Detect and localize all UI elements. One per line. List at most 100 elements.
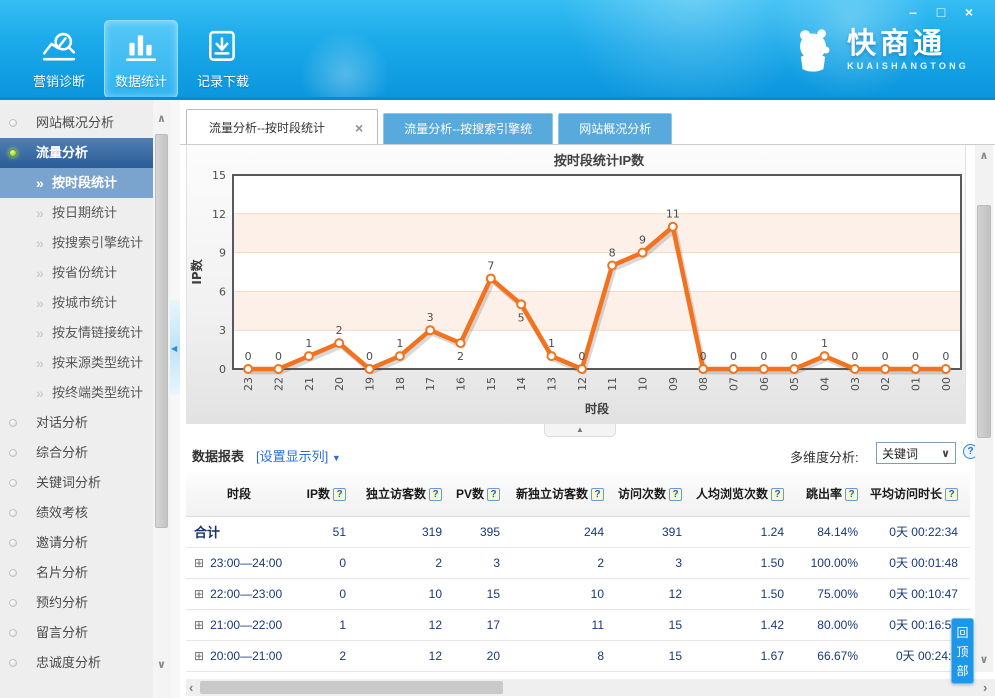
sidebar-item[interactable]: 忠诚度分析 [0,648,153,678]
svg-text:14: 14 [515,377,528,391]
tab[interactable]: 网站概况分析 [558,113,672,145]
column-header: 人均浏览次数? [694,472,796,516]
help-icon[interactable]: ? [845,488,858,501]
table-cell: 1.24 [694,516,796,547]
svg-text:21: 21 [303,377,316,391]
scroll-right-icon[interactable]: › [983,680,987,695]
table-cell: 391 [616,516,694,547]
svg-text:12: 12 [576,377,589,391]
help-icon[interactable]: ? [771,488,784,501]
table-row: ⊞23:00—24:00023231.50100.00%0天 00:01:48 [186,547,970,578]
sidebar-scrollbar[interactable]: ∧ ∨ [153,100,170,698]
report-data-table: 时段IP数?独立访客数?PV数?新独立访客数?访问次数?人均浏览次数?跳出率?平… [186,472,970,672]
help-icon[interactable]: ? [429,488,442,501]
svg-text:3: 3 [427,311,434,324]
sidebar-item[interactable]: 网站概况分析 [0,108,153,138]
sidebar-item[interactable]: 邀请分析 [0,528,153,558]
svg-text:15: 15 [212,169,226,182]
table-cell: 395 [454,516,512,547]
toolbar-marketing-diagnosis[interactable]: 营销诊断 [22,20,96,98]
help-icon[interactable]: ? [591,488,604,501]
bullet-icon [9,479,17,487]
sidebar-item[interactable]: »按搜索引擎统计 [0,228,153,258]
sidebar-item[interactable]: »按日期统计 [0,198,153,228]
help-icon[interactable]: ? [945,488,958,501]
brand-logo: 快商通 KUAISHANGTONG [787,24,969,76]
sidebar-item[interactable]: 综合分析 [0,438,153,468]
table-cell: ⊞23:00—24:00 [186,547,292,578]
vertical-scroll-thumb[interactable] [977,205,991,438]
minimize-button[interactable]: – [905,4,921,20]
cell-value: 84.14% [817,525,858,539]
toolbar-data-statistics[interactable]: 数据统计 [104,20,178,98]
sidebar-item[interactable]: 留言分析 [0,618,153,648]
table-cell: 0天 00:10:47 [870,578,970,609]
sidebar-item[interactable]: 绩效考核 [0,498,153,528]
tab-close-icon[interactable]: × [355,121,363,135]
main-horizontal-scrollbar[interactable]: ‹ › [186,679,995,696]
sidebar-item[interactable]: »按终端类型统计 [0,378,153,408]
scroll-up-icon[interactable]: ∧ [975,149,993,162]
svg-text:06: 06 [758,377,771,391]
svg-text:0: 0 [578,350,585,363]
maximize-button[interactable]: □ [933,4,949,20]
expand-row-icon[interactable]: ⊞ [194,556,204,570]
svg-text:0: 0 [851,350,858,363]
sidebar-item[interactable]: 关键词分析 [0,468,153,498]
table-cell: 3 [616,547,694,578]
bullet-icon [9,149,17,157]
sidebar-splitter[interactable]: ◀ [170,100,180,698]
sidebar-item[interactable]: »按来源类型统计 [0,348,153,378]
table-cell: 244 [512,516,616,547]
sidebar-item[interactable]: 对话分析 [0,408,153,438]
svg-text:9: 9 [639,234,646,247]
sidebar-scroll-thumb[interactable] [155,134,168,528]
sidebar-item[interactable]: 预约分析 [0,588,153,618]
svg-text:0: 0 [760,350,767,363]
cell-value: 12 [429,649,442,663]
back-to-top-button[interactable]: 回顶部 [951,618,974,684]
horizontal-scroll-thumb[interactable] [200,681,503,694]
sidebar-item[interactable]: »按省份统计 [0,258,153,288]
bullet-icon [9,539,17,547]
help-icon[interactable]: ? [487,488,500,501]
cell-value: 15 [487,587,500,601]
chart-collapse-button[interactable]: ▲ [544,424,616,437]
help-icon[interactable]: ? [333,488,346,501]
main-toolbar: 营销诊断 数据统计 记录下载 [22,20,260,98]
toolbar-record-download[interactable]: 记录下载 [186,20,260,98]
cell-value: 8 [597,649,604,663]
cell-value: 合计 [194,525,220,540]
scroll-left-icon[interactable]: ‹ [189,680,193,695]
sidebar-item[interactable]: »按时段统计 [0,168,153,198]
scroll-down-icon[interactable]: ∨ [153,658,170,671]
scroll-down-icon[interactable]: ∨ [975,653,993,666]
expand-row-icon[interactable]: ⊞ [194,649,204,663]
sidebar-item[interactable]: »按友情链接统计 [0,318,153,348]
tab[interactable]: 流量分析--按时段统计× [186,109,378,145]
total-row: 合计513193952443911.2484.14%0天 00:22:34 [186,516,970,547]
sidebar-item[interactable]: 名片分析 [0,558,153,588]
set-columns-link[interactable]: [设置显示列] ▼ [256,446,341,465]
main-vertical-scrollbar[interactable]: ∧ ∨ [975,145,993,672]
table-row: ⊞22:00—23:000101510121.5075.00%0天 00:10:… [186,578,970,609]
tab[interactable]: 流量分析--按搜索引擎统 [383,113,553,145]
bullet-icon [9,509,17,517]
svg-text:8: 8 [609,247,616,260]
close-button[interactable]: × [961,4,977,20]
expand-row-icon[interactable]: ⊞ [194,587,204,601]
marketing-diagnosis-icon [41,29,77,65]
sidebar-item-label: 按省份统计 [52,265,117,280]
sidebar-item[interactable]: »按城市统计 [0,288,153,318]
cell-value: 2 [597,556,604,570]
expand-row-icon[interactable]: ⊞ [194,618,204,632]
table-cell: 1.42 [694,609,796,640]
cell-value: 12 [429,618,442,632]
svg-text:1: 1 [821,337,828,350]
help-icon[interactable]: ? [669,488,682,501]
svg-text:00: 00 [940,377,953,391]
multi-dimension-select[interactable]: 关键词 ∨ [876,442,956,464]
scroll-up-icon[interactable]: ∧ [153,112,170,125]
svg-text:1: 1 [548,337,555,350]
sidebar-item[interactable]: 流量分析 [0,138,153,168]
